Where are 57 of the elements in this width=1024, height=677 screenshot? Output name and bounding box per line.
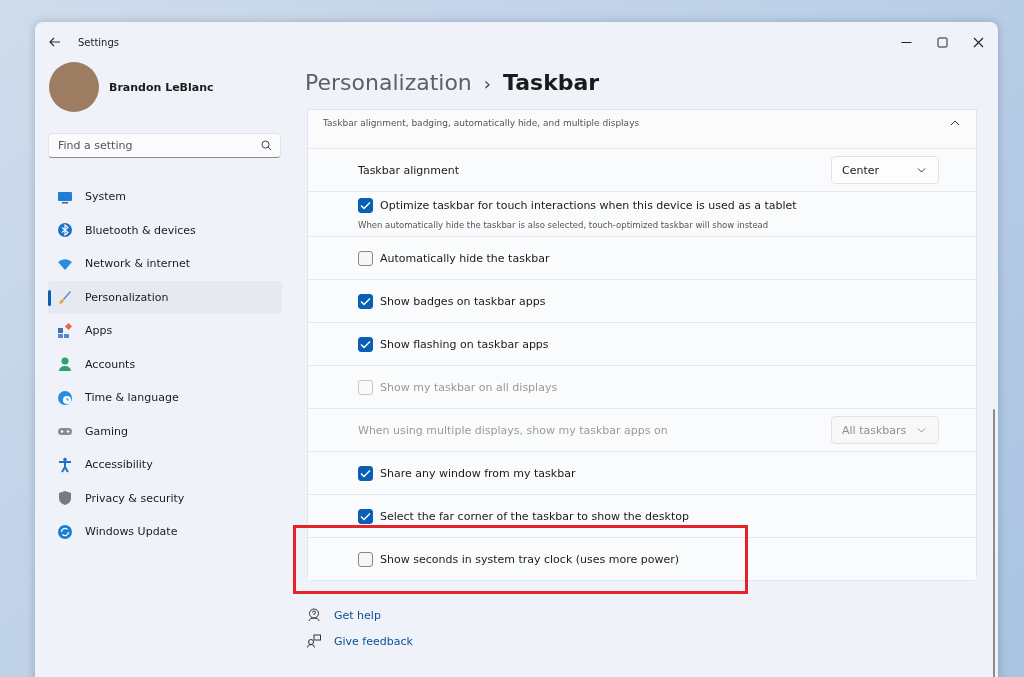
checkbox-label: Share any window from my taskbar — [380, 466, 576, 480]
checkbox[interactable] — [358, 293, 373, 309]
chevron-down-icon — [917, 167, 926, 173]
dropdown[interactable]: Center — [831, 156, 939, 184]
maximize-icon[interactable] — [937, 36, 948, 48]
apps-icon — [57, 322, 73, 339]
shield-icon — [57, 490, 73, 507]
refresh-icon — [57, 523, 73, 540]
sidebar-item[interactable]: Windows Update — [48, 515, 282, 549]
checkbox-label: Show badges on taskbar apps — [380, 294, 546, 308]
close-icon[interactable] — [973, 36, 984, 48]
sidebar-item[interactable]: Privacy & security — [48, 481, 282, 515]
page-title: Taskbar — [503, 70, 600, 95]
back-arrow-icon[interactable] — [49, 37, 61, 47]
checkbox[interactable] — [358, 551, 373, 567]
search-field[interactable]: Find a setting — [48, 133, 281, 158]
setting-description: When automatically hide the taskbar is also selected, touch-optimized taskbar will show instead — [358, 220, 770, 230]
window-title: Settings — [78, 36, 119, 48]
sidebar-item[interactable]: System — [48, 180, 282, 214]
bluetooth-icon — [57, 222, 73, 239]
chevron-down-icon — [917, 427, 926, 433]
checkbox[interactable] — [358, 465, 373, 481]
sidebar-item[interactable]: Gaming — [48, 414, 282, 448]
paintbrush-icon — [57, 289, 73, 306]
breadcrumb-separator: › — [483, 73, 491, 94]
person-icon — [57, 356, 73, 373]
sidebar-item[interactable]: Personalization — [48, 280, 282, 314]
sidebar-item[interactable]: Apps — [48, 314, 282, 348]
checkbox-label: Show flashing on taskbar apps — [380, 337, 549, 351]
feedback-icon — [307, 634, 321, 648]
accessibility-person-icon — [57, 456, 73, 473]
section-header[interactable]: Taskbar alignment, badging, automatically hide, and multiple displays — [308, 110, 976, 148]
sidebar-item[interactable]: Bluetooth & devices — [48, 213, 282, 247]
setting-label: Taskbar alignment — [358, 163, 460, 177]
sidebar-item[interactable]: Time & language — [48, 381, 282, 415]
setting-label: When using multiple displays, show my taskbar apps on — [358, 423, 668, 437]
sidebar-item[interactable]: Accounts — [48, 347, 282, 381]
breadcrumb-parent[interactable]: Personalization — [305, 70, 472, 95]
checkbox[interactable] — [358, 336, 373, 352]
link[interactable]: Get help — [334, 608, 381, 622]
checkbox-label: Show my taskbar on all displays — [380, 380, 558, 394]
help-person-icon — [307, 608, 321, 622]
checkbox-label: Select the far corner of the taskbar to show the desktop — [380, 509, 689, 523]
section-subtitle: Taskbar alignment, badging, automatically hide, and multiple displays — [323, 118, 640, 128]
checkbox[interactable] — [358, 198, 373, 213]
checkbox[interactable] — [358, 508, 373, 524]
checkbox[interactable] — [358, 250, 373, 266]
checkbox-label: Automatically hide the taskbar — [380, 251, 550, 265]
scrollbar[interactable] — [993, 409, 995, 677]
sidebar-item[interactable]: Network & internet — [48, 247, 282, 281]
link[interactable]: Give feedback — [334, 634, 413, 648]
search-icon — [261, 140, 272, 151]
sidebar-item[interactable]: Accessibility — [48, 448, 282, 482]
user-name: Brandon LeBlanc — [109, 80, 214, 94]
avatar — [49, 62, 99, 112]
checkbox-label: Optimize taskbar for touch interactions when this device is used as a tablet — [380, 199, 797, 212]
checkbox-label: Show seconds in system tray clock (uses more power) — [380, 552, 680, 566]
